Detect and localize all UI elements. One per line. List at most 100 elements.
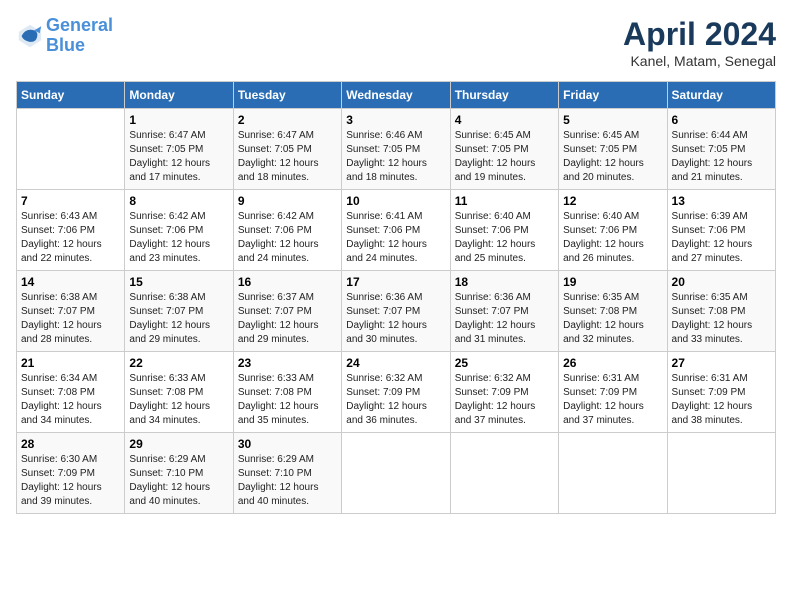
day-info: Sunrise: 6:37 AMSunset: 7:07 PMDaylight:…: [238, 291, 337, 347]
day-info: Sunrise: 6:32 AMSunset: 7:09 PMDaylight:…: [455, 372, 554, 428]
day-number: 22: [129, 356, 228, 370]
day-info: Sunrise: 6:46 AMSunset: 7:05 PMDaylight:…: [346, 129, 445, 185]
calendar-week-5: 28Sunrise: 6:30 AMSunset: 7:09 PMDayligh…: [17, 433, 776, 514]
day-info: Sunrise: 6:47 AMSunset: 7:05 PMDaylight:…: [129, 129, 228, 185]
calendar-header-row: SundayMondayTuesdayWednesdayThursdayFrid…: [17, 82, 776, 109]
calendar-cell: 15 Sunrise: 6:38 AMSunset: 7:07 PMDayligh…: [125, 271, 233, 352]
calendar-cell: [342, 433, 450, 514]
day-number: 11: [455, 194, 554, 208]
calendar-cell: 3 Sunrise: 6:46 AMSunset: 7:05 PMDaylight…: [342, 109, 450, 190]
calendar-cell: 30 Sunrise: 6:29 AMSunset: 7:10 PMDayligh…: [233, 433, 341, 514]
calendar-cell: 14Sunrise: 6:38 AMSunset: 7:07 PMDayligh…: [17, 271, 125, 352]
day-info: Sunrise: 6:45 AMSunset: 7:05 PMDaylight:…: [455, 129, 554, 185]
calendar-cell: 13Sunrise: 6:39 AMSunset: 7:06 PMDayligh…: [667, 190, 775, 271]
day-info: Sunrise: 6:38 AMSunset: 7:07 PMDaylight:…: [21, 291, 120, 347]
day-info: Sunrise: 6:40 AMSunset: 7:06 PMDaylight:…: [563, 210, 662, 266]
calendar-cell: 1Sunrise: 6:47 AMSunset: 7:05 PMDaylight…: [125, 109, 233, 190]
day-number: 10: [346, 194, 445, 208]
day-info: Sunrise: 6:39 AMSunset: 7:06 PMDaylight:…: [672, 210, 771, 266]
day-info: Sunrise: 6:42 AMSunset: 7:06 PMDaylight:…: [238, 210, 337, 266]
calendar-cell: 26Sunrise: 6:31 AMSunset: 7:09 PMDayligh…: [559, 352, 667, 433]
calendar-cell: 27Sunrise: 6:31 AMSunset: 7:09 PMDayligh…: [667, 352, 775, 433]
day-number: 3: [346, 113, 445, 127]
col-header-tuesday: Tuesday: [233, 82, 341, 109]
col-header-monday: Monday: [125, 82, 233, 109]
calendar-cell: 21 Sunrise: 6:34 AMSunset: 7:08 PMDayligh…: [17, 352, 125, 433]
calendar-cell: 19Sunrise: 6:35 AMSunset: 7:08 PMDayligh…: [559, 271, 667, 352]
calendar-week-4: 21 Sunrise: 6:34 AMSunset: 7:08 PMDayligh…: [17, 352, 776, 433]
day-info: Sunrise: 6:29 AMSunset: 7:10 PMDaylight:…: [129, 453, 228, 509]
day-number: 5: [563, 113, 662, 127]
day-number: 15: [129, 275, 228, 289]
day-number: 16: [238, 275, 337, 289]
day-number: 20: [672, 275, 771, 289]
calendar-week-3: 14Sunrise: 6:38 AMSunset: 7:07 PMDayligh…: [17, 271, 776, 352]
day-info: Sunrise: 6:44 AMSunset: 7:05 PMDaylight:…: [672, 129, 771, 185]
day-number: 28: [21, 437, 120, 451]
calendar-cell: 16 Sunrise: 6:37 AMSunset: 7:07 PMDayligh…: [233, 271, 341, 352]
col-header-wednesday: Wednesday: [342, 82, 450, 109]
day-number: 8: [129, 194, 228, 208]
location: Kanel, Matam, Senegal: [623, 53, 776, 69]
day-number: 27: [672, 356, 771, 370]
calendar-cell: 7 Sunrise: 6:43 AMSunset: 7:06 PMDaylight…: [17, 190, 125, 271]
day-number: 4: [455, 113, 554, 127]
col-header-thursday: Thursday: [450, 82, 558, 109]
day-info: Sunrise: 6:43 AMSunset: 7:06 PMDaylight:…: [21, 210, 120, 266]
calendar-cell: 2 Sunrise: 6:47 AMSunset: 7:05 PMDaylight…: [233, 109, 341, 190]
day-number: 24: [346, 356, 445, 370]
logo-general: General: [46, 15, 113, 35]
calendar-cell: 5Sunrise: 6:45 AMSunset: 7:05 PMDaylight…: [559, 109, 667, 190]
calendar-cell: 11Sunrise: 6:40 AMSunset: 7:06 PMDayligh…: [450, 190, 558, 271]
day-info: Sunrise: 6:33 AMSunset: 7:08 PMDaylight:…: [238, 372, 337, 428]
calendar-cell: 20Sunrise: 6:35 AMSunset: 7:08 PMDayligh…: [667, 271, 775, 352]
day-number: 6: [672, 113, 771, 127]
calendar-cell: 8Sunrise: 6:42 AMSunset: 7:06 PMDaylight…: [125, 190, 233, 271]
calendar-cell: [559, 433, 667, 514]
day-number: 2: [238, 113, 337, 127]
day-info: Sunrise: 6:36 AMSunset: 7:07 PMDaylight:…: [346, 291, 445, 347]
day-info: Sunrise: 6:31 AMSunset: 7:09 PMDaylight:…: [563, 372, 662, 428]
calendar-cell: 29 Sunrise: 6:29 AMSunset: 7:10 PMDayligh…: [125, 433, 233, 514]
calendar-cell: 28Sunrise: 6:30 AMSunset: 7:09 PMDayligh…: [17, 433, 125, 514]
day-info: Sunrise: 6:32 AMSunset: 7:09 PMDaylight:…: [346, 372, 445, 428]
day-number: 29: [129, 437, 228, 451]
day-number: 21: [21, 356, 120, 370]
day-number: 9: [238, 194, 337, 208]
logo: General Blue: [16, 16, 113, 56]
calendar-week-2: 7 Sunrise: 6:43 AMSunset: 7:06 PMDaylight…: [17, 190, 776, 271]
calendar-cell: 4 Sunrise: 6:45 AMSunset: 7:05 PMDaylight…: [450, 109, 558, 190]
calendar-cell: 18Sunrise: 6:36 AMSunset: 7:07 PMDayligh…: [450, 271, 558, 352]
calendar-cell: 17 Sunrise: 6:36 AMSunset: 7:07 PMDayligh…: [342, 271, 450, 352]
day-info: Sunrise: 6:35 AMSunset: 7:08 PMDaylight:…: [563, 291, 662, 347]
day-number: 17: [346, 275, 445, 289]
calendar-cell: [17, 109, 125, 190]
day-number: 12: [563, 194, 662, 208]
calendar-cell: 22Sunrise: 6:33 AMSunset: 7:08 PMDayligh…: [125, 352, 233, 433]
calendar-cell: [450, 433, 558, 514]
calendar-cell: 25 Sunrise: 6:32 AMSunset: 7:09 PMDayligh…: [450, 352, 558, 433]
calendar-table: SundayMondayTuesdayWednesdayThursdayFrid…: [16, 81, 776, 514]
day-info: Sunrise: 6:36 AMSunset: 7:07 PMDaylight:…: [455, 291, 554, 347]
col-header-friday: Friday: [559, 82, 667, 109]
day-info: Sunrise: 6:34 AMSunset: 7:08 PMDaylight:…: [21, 372, 120, 428]
title-block: April 2024 Kanel, Matam, Senegal: [623, 16, 776, 69]
day-number: 30: [238, 437, 337, 451]
calendar-cell: 12 Sunrise: 6:40 AMSunset: 7:06 PMDayligh…: [559, 190, 667, 271]
day-info: Sunrise: 6:38 AMSunset: 7:07 PMDaylight:…: [129, 291, 228, 347]
day-number: 23: [238, 356, 337, 370]
day-number: 7: [21, 194, 120, 208]
calendar-cell: 9 Sunrise: 6:42 AMSunset: 7:06 PMDaylight…: [233, 190, 341, 271]
page-header: General Blue April 2024 Kanel, Matam, Se…: [16, 16, 776, 69]
day-info: Sunrise: 6:47 AMSunset: 7:05 PMDaylight:…: [238, 129, 337, 185]
calendar-cell: 10Sunrise: 6:41 AMSunset: 7:06 PMDayligh…: [342, 190, 450, 271]
day-info: Sunrise: 6:29 AMSunset: 7:10 PMDaylight:…: [238, 453, 337, 509]
logo-icon: [16, 22, 44, 50]
calendar-cell: 24 Sunrise: 6:32 AMSunset: 7:09 PMDayligh…: [342, 352, 450, 433]
col-header-sunday: Sunday: [17, 82, 125, 109]
day-number: 25: [455, 356, 554, 370]
calendar-cell: [667, 433, 775, 514]
logo-text: General Blue: [46, 16, 113, 56]
calendar-cell: 6 Sunrise: 6:44 AMSunset: 7:05 PMDaylight…: [667, 109, 775, 190]
calendar-week-1: 1Sunrise: 6:47 AMSunset: 7:05 PMDaylight…: [17, 109, 776, 190]
